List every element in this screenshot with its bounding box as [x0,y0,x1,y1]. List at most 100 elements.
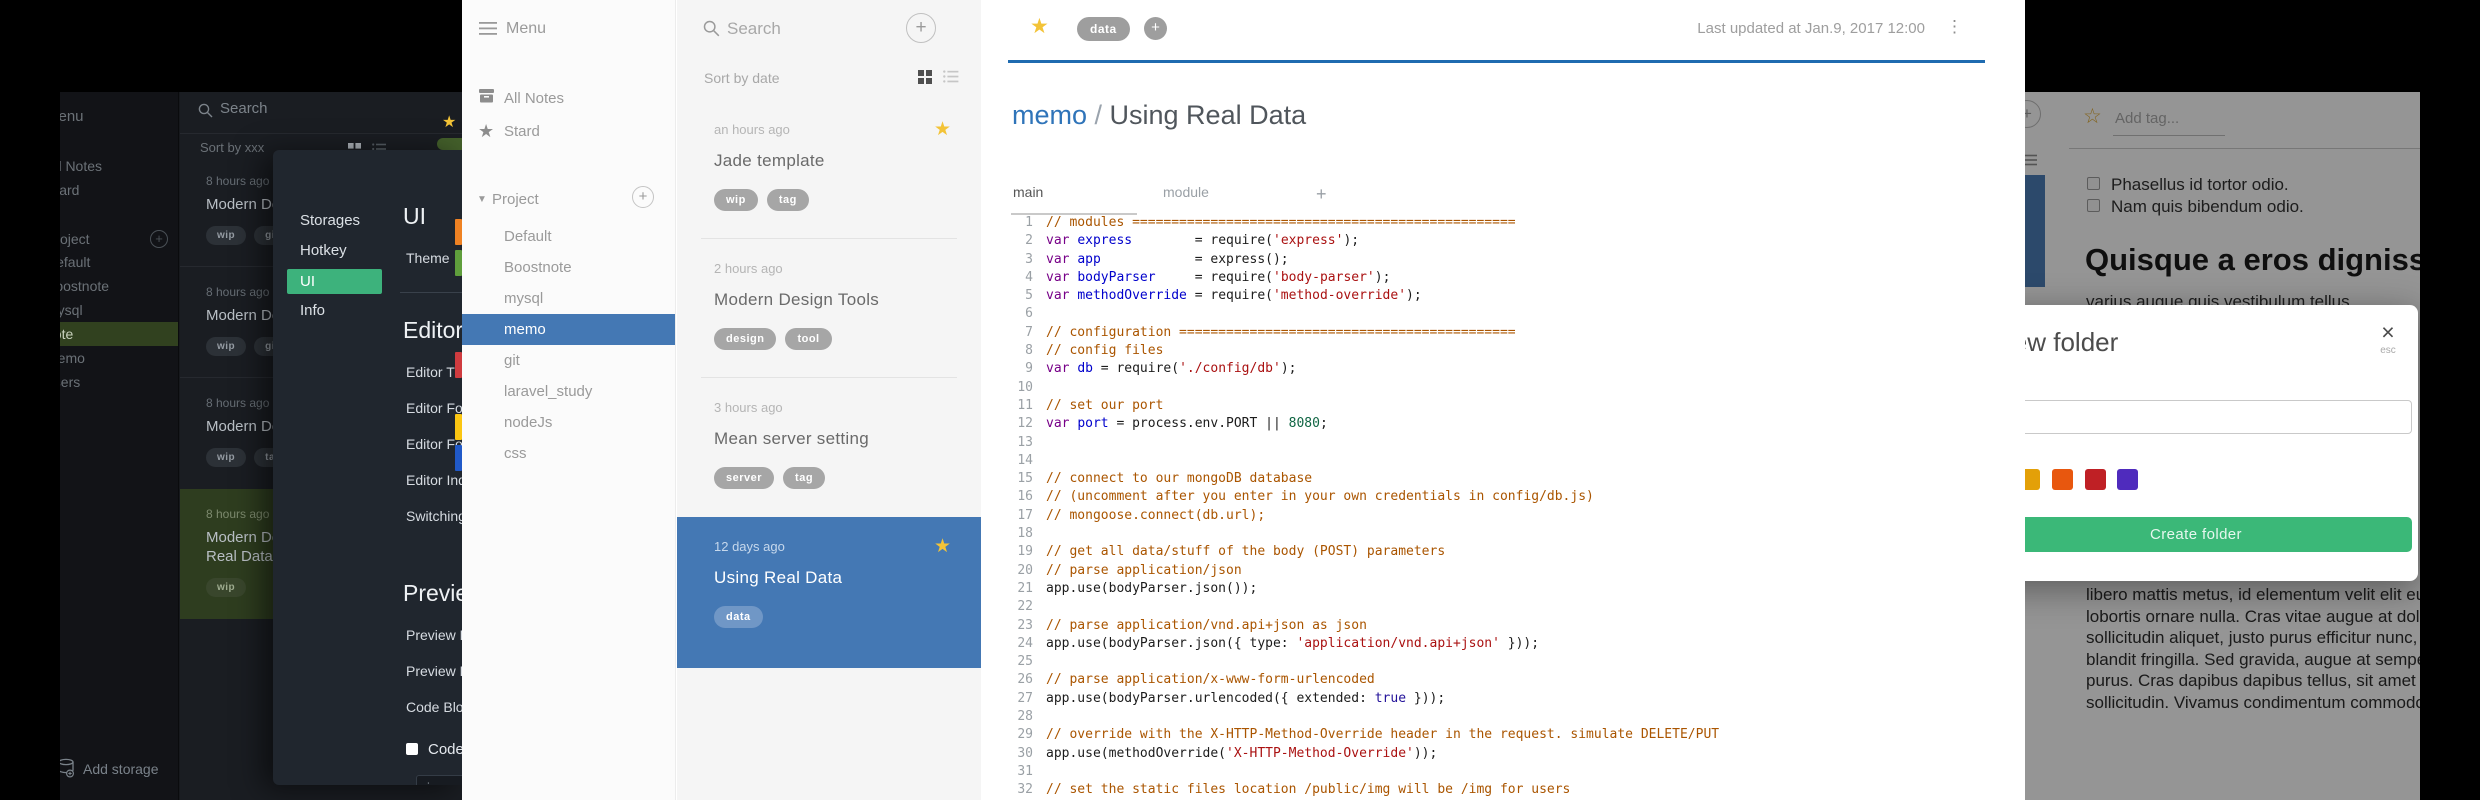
code-token: var [1046,288,1070,304]
dark-sidebar-nav: All Notes Stard [60,154,178,202]
dark-sidebar-item-label: All Notes [60,158,103,174]
dark-search-input[interactable]: Search [220,100,268,117]
settings-item[interactable]: Code Block T [406,699,462,715]
search-input[interactable]: Search [727,19,781,39]
more-options-icon[interactable]: ⋮ [1946,17,1963,37]
note-list-item[interactable]: 2 hours ago Modern Design Tools design tool [677,239,981,378]
list-view-icon[interactable] [943,70,959,83]
settings-item[interactable]: Theme [406,250,462,266]
line-number: 7 [1025,324,1033,340]
dark-menu-button[interactable]: Menu [60,108,84,125]
grid-view-icon[interactable] [918,70,932,84]
sidebar-folder-memo[interactable]: memo [462,314,675,345]
sidebar-folder-nodejs[interactable]: nodeJs [462,407,675,438]
divider [400,292,462,293]
note-list-item[interactable]: 12 days ago ★ Using Real Data data [677,517,981,668]
dark-add-storage-label: Add storage [83,761,159,777]
note-list-item[interactable]: an hours ago ★ Jade template wip tag [677,100,981,239]
code-token: ); [1280,361,1297,377]
settings-modal: Storages Hotkey UI Info UI Theme Editor Editor… [273,150,462,785]
note-tag-pill[interactable]: data [1077,17,1130,41]
sort-dropdown[interactable]: Sort by date [704,70,780,86]
code-token: )); [1413,745,1438,761]
settings-item[interactable]: Preview Font [406,627,462,643]
folder-color-chip [455,445,462,471]
sidebar-folder-boostnote[interactable]: Boostnote [462,252,675,283]
color-swatch[interactable] [2023,469,2040,490]
code-text: app.use(bodyParser.json()); [1046,580,1257,598]
settings-nav-ui[interactable]: UI [287,269,382,294]
create-folder-button[interactable]: Create folder [2023,517,2412,552]
color-swatch[interactable] [2117,469,2138,490]
notes: an hours ago ★ Jade template wip tag 2 hours … [677,100,981,668]
star-icon: ★ [478,121,495,141]
note-title[interactable]: memo / Using Real Data [1012,100,1306,131]
settings-item[interactable]: Switching Pre [406,508,462,524]
dark-sort-label[interactable]: Sort by xxx [200,140,264,155]
tab-module[interactable]: module [1163,184,1313,200]
add-tag-button[interactable]: + [1144,17,1167,40]
tab-main[interactable]: main [1011,184,1163,215]
settings-item[interactable]: Preview Font [406,663,462,679]
add-tab-button[interactable]: + [1316,184,1327,205]
modal-close-button[interactable]: × esc [2370,319,2406,356]
dark-folder-item[interactable]: mysql [60,298,178,322]
settings-item[interactable]: Editor Font F [406,436,462,452]
color-swatch[interactable] [2052,469,2073,490]
sidebar-folder-mysql[interactable]: mysql [462,283,675,314]
settings-item[interactable]: Editor Font S [406,400,462,416]
note-list-item[interactable]: 3 hours ago Mean server setting server tag [677,378,981,517]
code-token: // parse application/x-www-form-urlencod… [1046,672,1375,688]
star-icon[interactable]: ★ [1030,14,1049,39]
dark-sidebar-item[interactable]: Stard [60,178,178,202]
settings-item[interactable]: Editor Theme [406,364,462,380]
code-token: })); [1406,690,1446,706]
star-icon[interactable]: ★ [934,535,951,558]
settings-nav-info[interactable]: Info [300,296,399,326]
line-number: 28 [1017,709,1033,725]
breadcrumb-folder[interactable]: memo [1012,100,1087,130]
star-icon[interactable]: ★ [934,118,951,141]
dark-folder-item[interactable]: memo [60,346,178,370]
dark-folder-item[interactable]: note [60,322,178,346]
code-token: ); [1374,269,1391,285]
dark-folder-item[interactable]: Boostnote [60,274,178,298]
dark-add-folder-button[interactable]: + [150,230,168,248]
code-token: app.use(bodyParser.urlencoded({ extended… [1046,690,1375,706]
code-line: 16 // (uncomment after you enter in your … [1008,488,2019,506]
close-icon[interactable]: × [2370,319,2406,345]
dark-folder-item[interactable]: users [60,370,178,394]
code-text: // parse application/json [1046,562,1242,580]
sidebar-item-label: All Notes [504,90,565,107]
star-icon[interactable]: ★ [442,112,456,132]
dark-folder-item[interactable]: Default [60,250,178,274]
dark-project-header[interactable]: Project [60,227,90,251]
dark-sidebar-item[interactable]: All Notes [60,154,178,178]
code-theme-dropdown[interactable]: javascript [416,775,462,785]
tag-pill: wip [206,337,247,356]
code-token: 'X-HTTP-Method-Override' [1226,745,1414,761]
folder-color-chip [455,219,462,245]
menu-button[interactable]: Menu [506,20,546,38]
sidebar-folder-css[interactable]: css [462,438,675,469]
sidebar-item-starred[interactable]: ★ Stard [462,121,675,145]
settings-nav-hotkey[interactable]: Hotkey [300,236,399,266]
color-swatch[interactable] [2085,469,2106,490]
code-line: 22 [1008,598,2019,616]
sidebar-folder-laravel_study[interactable]: laravel_study [462,376,675,407]
add-folder-button[interactable]: + [632,186,654,208]
sidebar-item-all-notes[interactable]: All Notes [462,88,675,112]
hamburger-menu-icon[interactable] [479,22,497,36]
sidebar-folder-git[interactable]: git [462,345,675,376]
line-number: 29 [1017,727,1033,743]
code-editor[interactable]: 1 // modules ============================… [1008,214,2019,800]
settings-item[interactable]: Editor Indent [406,472,462,488]
settings-checkbox-row[interactable]: Code Block [406,741,462,759]
sidebar-folder-default[interactable]: Default [462,221,675,252]
code-line: 5 var methodOverride = require('method-ov… [1008,287,2019,305]
settings-nav-storages[interactable]: Storages [300,206,399,236]
checkbox[interactable] [406,743,418,755]
note-title: Modern Design Tools [714,290,880,309]
folder-name-input[interactable] [2023,400,2412,434]
new-note-button[interactable]: + [906,13,936,43]
